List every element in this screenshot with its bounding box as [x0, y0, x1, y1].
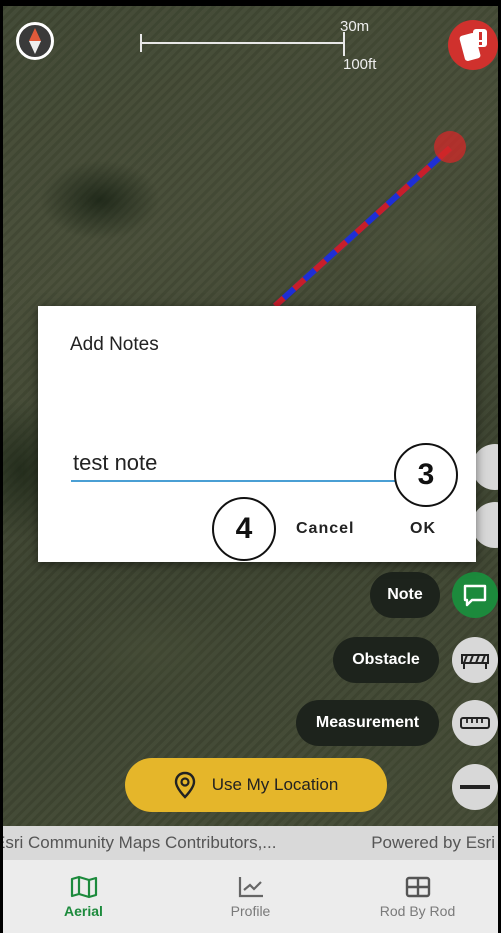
- note-tool-label[interactable]: Note: [370, 572, 440, 618]
- status-bar-edge: [0, 0, 501, 6]
- nav-tab-aerial[interactable]: Aerial: [14, 875, 154, 919]
- nav-label-profile: Profile: [230, 902, 271, 919]
- nav-tab-profile[interactable]: Profile: [181, 875, 321, 919]
- map-icon: [70, 875, 97, 898]
- line-tool-button[interactable]: [452, 764, 498, 810]
- nav-tab-rod-by-rod[interactable]: Rod By Rod: [348, 875, 488, 919]
- callout-badge-ok: 3: [394, 443, 458, 507]
- location-pin-icon: [174, 771, 195, 799]
- powered-by-text: Powered by Esri: [371, 833, 495, 852]
- use-my-location-button[interactable]: Use My Location: [125, 758, 387, 812]
- compass-needle-icon: [29, 28, 41, 54]
- use-my-location-label: Use My Location: [211, 775, 339, 794]
- obstacle-tool-button[interactable]: [452, 637, 498, 683]
- nav-label-aerial: Aerial: [64, 902, 103, 919]
- report-alert-button[interactable]: [448, 20, 498, 70]
- table-icon: [405, 876, 430, 897]
- phone-alert-icon: [459, 29, 487, 61]
- left-edge: [0, 0, 3, 933]
- scale-metric-label: 30m: [340, 18, 370, 35]
- obstacle-tool-label[interactable]: Obstacle: [333, 637, 439, 683]
- scale-bar: 30m 100ft: [140, 18, 376, 73]
- ruler-icon: [460, 717, 490, 729]
- nav-label-rod-by-rod: Rod By Rod: [379, 902, 456, 919]
- cancel-button[interactable]: Cancel: [296, 520, 354, 538]
- measurement-tool-button[interactable]: [452, 700, 498, 746]
- attribution-text: Esri Community Maps Contributors,...: [0, 833, 277, 852]
- bottom-navigation: Aerial Profile Rod By Rod: [0, 860, 501, 933]
- note-tool-button[interactable]: [452, 572, 498, 618]
- compass-button[interactable]: [16, 22, 54, 60]
- measurement-tool-label[interactable]: Measurement: [296, 700, 439, 746]
- note-input[interactable]: [71, 446, 401, 482]
- route-endpoint-marker: [434, 131, 466, 163]
- scale-imperial-label: 100ft: [343, 56, 377, 73]
- comment-icon: [463, 584, 487, 607]
- barrier-icon: [461, 654, 489, 669]
- chart-icon: [238, 876, 263, 897]
- ok-button[interactable]: OK: [410, 520, 436, 538]
- callout-badge-cancel: 4: [212, 497, 276, 561]
- dialog-title: Add Notes: [70, 334, 159, 355]
- line-icon: [460, 785, 490, 789]
- map-attribution: Esri Community Maps Contributors,... Pow…: [0, 826, 501, 860]
